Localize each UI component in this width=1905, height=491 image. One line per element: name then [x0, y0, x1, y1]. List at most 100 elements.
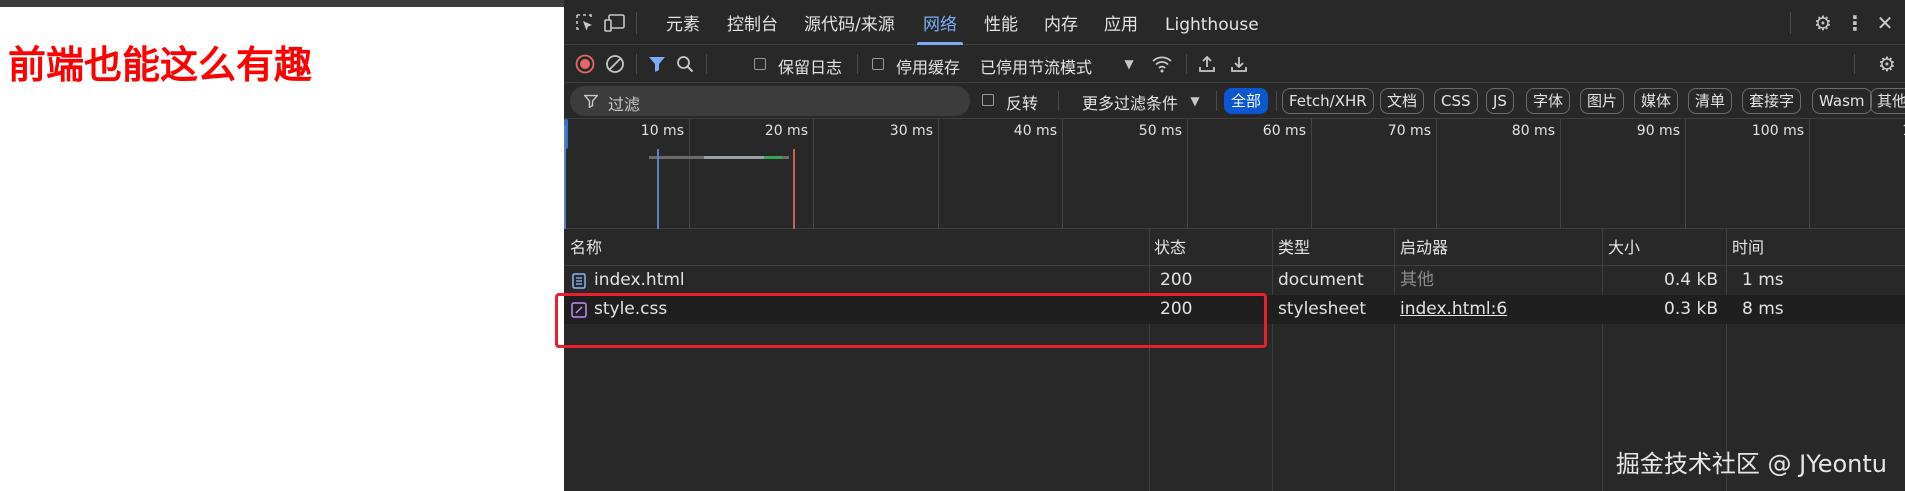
request-name[interactable]: index.html	[594, 266, 1144, 295]
filter-type-wasm[interactable]: Wasm	[1812, 88, 1872, 114]
request-status: 200	[1160, 270, 1193, 290]
tab-memory[interactable]: 内存	[1044, 0, 1078, 45]
filter-input[interactable]: 过滤	[570, 86, 970, 116]
filter-type-other[interactable]: 其他	[1870, 88, 1905, 114]
column-header-time[interactable]: 时间	[1732, 229, 1764, 266]
separator	[636, 54, 637, 74]
filter-type-js[interactable]: JS	[1486, 88, 1514, 114]
overview-tick-label: 50 ms	[1138, 123, 1182, 139]
overview-tick-label: 40 ms	[1013, 123, 1057, 139]
separator	[1790, 12, 1791, 34]
import-har-icon[interactable]	[1196, 53, 1218, 75]
filter-type-img[interactable]: 图片	[1580, 88, 1625, 114]
overview-grid-line	[1311, 119, 1312, 229]
filter-placeholder: 过滤	[608, 95, 641, 114]
devtools-tab-bar: 元素 控制台 源代码/来源 网络 性能 内存 应用 Lighthouse ⚙ ⋮…	[564, 0, 1905, 45]
filter-type-manifest[interactable]: 清单	[1688, 88, 1733, 114]
network-overview[interactable]: 10 ms 20 ms 30 ms 40 ms 50 ms 60 ms 70 ms 80 ms…	[564, 119, 1905, 229]
separator	[1058, 91, 1059, 111]
chevron-down-icon[interactable]: ▼	[1188, 92, 1202, 110]
overview-grid-line	[1685, 119, 1686, 229]
tab-elements[interactable]: 元素	[666, 0, 700, 45]
network-settings-gear-icon[interactable]: ⚙	[1876, 52, 1898, 76]
filter-type-css[interactable]: CSS	[1434, 88, 1478, 114]
table-row[interactable]: index.html 200 document 其他 0.4 kB 1 ms	[564, 266, 1905, 295]
network-conditions-icon[interactable]	[1150, 53, 1174, 75]
column-header-status[interactable]: 状态	[1154, 229, 1186, 266]
document-icon	[571, 273, 587, 289]
network-toolbar: 保留日志 停用缓存 已停用节流模式 ▼ ⚙	[564, 45, 1905, 83]
overview-tick-label: 80 ms	[1511, 123, 1555, 139]
invert-label: 反转	[1006, 94, 1039, 113]
disable-cache-label: 停用缓存	[896, 58, 961, 77]
separator	[1186, 54, 1187, 74]
overview-grid-line	[1187, 119, 1188, 229]
search-icon[interactable]	[674, 53, 696, 75]
separator	[857, 54, 858, 74]
clear-icon[interactable]	[604, 53, 626, 75]
invert-checkbox[interactable]	[982, 94, 994, 106]
tab-performance[interactable]: 性能	[984, 0, 1018, 45]
overview-tick-label: 20 ms	[764, 123, 808, 139]
record-stop-icon[interactable]	[574, 53, 596, 75]
request-time: 1 ms	[1742, 270, 1784, 290]
separator	[1216, 91, 1217, 111]
tab-sources[interactable]: 源代码/来源	[804, 0, 895, 45]
page-viewport: 前端也能这么有趣	[0, 0, 564, 491]
overview-tick-label: 110	[1839, 123, 1905, 139]
overview-tick-label: 90 ms	[1636, 123, 1680, 139]
overview-grid-line	[1560, 119, 1561, 229]
filter-funnel-icon[interactable]	[646, 53, 668, 75]
page-heading: 前端也能这么有趣	[8, 43, 313, 87]
separator	[636, 12, 637, 34]
filter-type-fetch-xhr[interactable]: Fetch/XHR	[1282, 88, 1374, 114]
column-header-initiator[interactable]: 启动器	[1400, 229, 1448, 266]
filter-type-media[interactable]: 媒体	[1634, 88, 1679, 114]
disable-cache-checkbox[interactable]	[872, 58, 884, 70]
overview-tick-label: 30 ms	[889, 123, 933, 139]
filter-type-socket[interactable]: 套接字	[1742, 88, 1802, 114]
inspect-element-icon[interactable]	[574, 12, 596, 34]
preserve-log-label: 保留日志	[778, 58, 843, 77]
separator	[706, 54, 707, 74]
overview-grid-line	[813, 119, 814, 229]
export-har-icon[interactable]	[1228, 53, 1250, 75]
initiator-link[interactable]: index.html:6	[1400, 295, 1596, 324]
tab-lighthouse[interactable]: Lighthouse	[1165, 0, 1259, 45]
overview-tick-label: 70 ms	[1387, 123, 1431, 139]
overview-grid-line	[1062, 119, 1063, 229]
domcontentloaded-line	[657, 149, 659, 229]
request-type: stylesheet	[1278, 299, 1366, 319]
overview-grid-line	[1809, 119, 1810, 229]
tab-console[interactable]: 控制台	[727, 0, 778, 45]
request-size: 0.4 kB	[1664, 270, 1718, 290]
throttling-select[interactable]: 已停用节流模式	[980, 54, 1092, 78]
settings-gear-icon[interactable]: ⚙	[1812, 11, 1834, 35]
overview-grid-line	[689, 119, 690, 229]
column-header-size[interactable]: 大小	[1608, 229, 1640, 266]
highlight-annotation-box	[555, 293, 1267, 348]
more-filters-dropdown[interactable]: 更多过滤条件	[1082, 90, 1178, 114]
chevron-down-icon[interactable]: ▼	[1120, 55, 1138, 73]
close-icon[interactable]: ✕	[1874, 11, 1896, 35]
preserve-log-checkbox[interactable]	[754, 58, 766, 70]
request-time: 8 ms	[1742, 299, 1784, 319]
more-options-icon[interactable]: ⋮	[1844, 11, 1866, 35]
filter-funnel-icon	[582, 92, 600, 110]
watermark: 掘金技术社区 @ JYeontu	[1615, 450, 1887, 478]
tab-application[interactable]: 应用	[1104, 0, 1138, 45]
request-size: 0.3 kB	[1664, 299, 1718, 319]
request-type: document	[1278, 270, 1364, 290]
separator	[1854, 54, 1855, 74]
devtools-panel: 元素 控制台 源代码/来源 网络 性能 内存 应用 Lighthouse ⚙ ⋮…	[564, 0, 1905, 491]
tab-network[interactable]: 网络	[917, 0, 963, 45]
filter-type-font[interactable]: 字体	[1526, 88, 1571, 114]
filter-type-doc[interactable]: 文档	[1380, 88, 1425, 114]
column-header-name[interactable]: 名称	[570, 229, 602, 266]
device-toolbar-icon[interactable]	[604, 12, 626, 34]
request-initiator: 其他	[1400, 270, 1434, 290]
load-line	[793, 149, 795, 229]
filter-type-all[interactable]: 全部	[1224, 88, 1269, 114]
column-header-type[interactable]: 类型	[1278, 229, 1310, 266]
overview-selection-left	[564, 125, 566, 229]
